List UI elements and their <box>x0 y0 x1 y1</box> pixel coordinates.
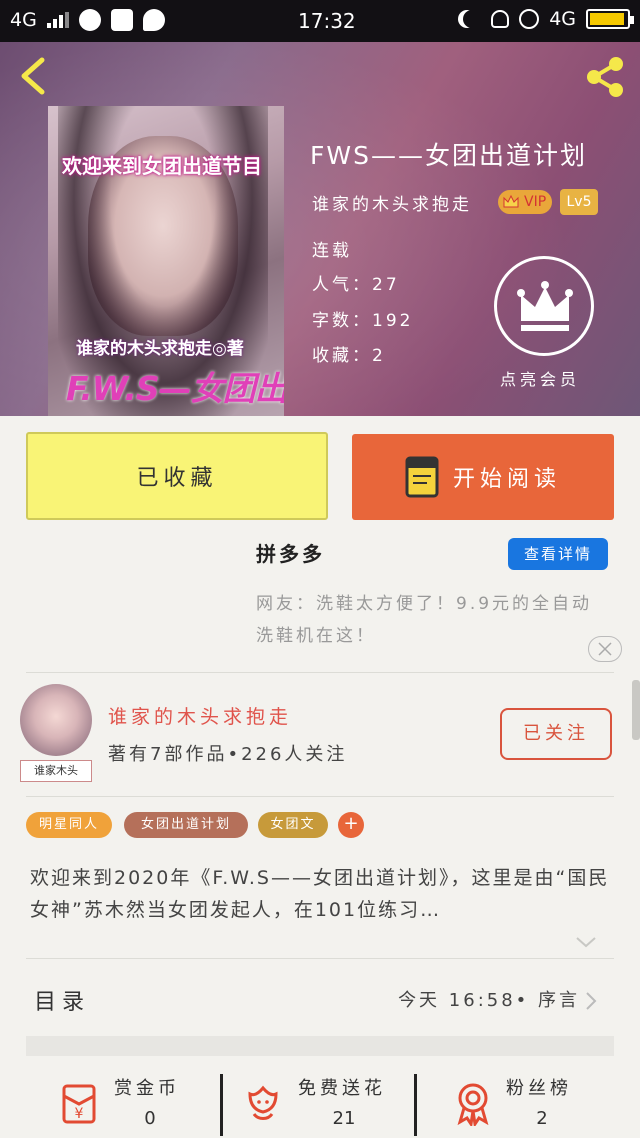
vip-member-label: 点亮会员 <box>500 370 581 389</box>
reward-coin-count: 0 <box>144 1108 156 1129</box>
alarm-icon <box>519 9 540 29</box>
reward-coin-button[interactable]: ¥ 赏金币 0 <box>50 1066 220 1138</box>
reward-coin-icon: ¥ <box>62 1084 96 1124</box>
chevron-right-icon <box>586 992 597 1010</box>
divider <box>26 796 614 797</box>
back-button[interactable] <box>14 56 54 96</box>
favorites-row: 收藏：2 <box>312 341 386 366</box>
scrollbar[interactable] <box>632 680 640 740</box>
status-right: 4G <box>457 8 634 30</box>
free-flower-count: 21 <box>332 1108 356 1129</box>
battery-fill <box>590 13 624 25</box>
fan-ranking-label: 粉丝榜 <box>506 1078 572 1099</box>
toc-row[interactable]: 目录 今天 16:58• 序言 <box>0 966 640 1032</box>
battery-icon <box>586 9 634 29</box>
bottom-separator <box>220 1074 223 1136</box>
book-icon <box>405 456 439 498</box>
vip-label: VIP <box>524 194 547 210</box>
share-icon <box>587 57 623 97</box>
favorites-label: 收藏： <box>312 346 372 366</box>
free-flower-label: 免费送花 <box>298 1078 386 1099</box>
back-chevron-icon <box>21 57 45 95</box>
fan-ranking-icon <box>457 1083 489 1126</box>
section-spacer <box>26 1036 614 1056</box>
follow-button[interactable]: 已关注 <box>500 708 612 760</box>
signal-icon <box>46 12 69 28</box>
tag-item[interactable]: 女团文 <box>258 812 328 838</box>
cover-text-author: 谁家的木头求抱走◎著 <box>76 339 244 359</box>
flower-icon <box>248 1085 278 1120</box>
ad-detail-button[interactable]: 查看详情 <box>508 538 608 570</box>
crown-large-icon <box>517 281 573 331</box>
popularity-row: 人气：27 <box>312 270 400 295</box>
book-status: 连载 <box>312 241 352 261</box>
share-button[interactable] <box>582 54 628 100</box>
vip-member-button[interactable] <box>494 256 594 356</box>
crown-icon <box>503 194 519 208</box>
fan-ranking-count: 2 <box>536 1108 548 1129</box>
level-badge: Lv5 <box>560 189 598 215</box>
tag-item[interactable]: 明星同人 <box>26 812 112 838</box>
chevron-down-icon[interactable] <box>574 934 598 950</box>
avatar-tag: 谁家木头 <box>20 760 92 782</box>
bottom-separator <box>414 1074 417 1136</box>
message-icon <box>110 9 133 31</box>
ad-text[interactable]: 网友：洗鞋太方便了！9.9元的全自动洗鞋机在这！ <box>256 588 606 652</box>
collected-label: 已收藏 <box>136 466 218 491</box>
favorites-value: 2 <box>372 346 386 366</box>
book-cover[interactable]: 欢迎来到女团出道节目 谁家的木头求抱走◎著 F.W.S—女团出道计划 <box>48 106 284 416</box>
free-flower-button[interactable]: 免费送花 21 <box>238 1066 414 1138</box>
add-tag-button[interactable]: + <box>338 812 364 838</box>
author-avatar[interactable] <box>20 684 92 756</box>
author-stats: 著有7部作品•226人关注 <box>108 744 348 765</box>
word-count-row: 字数：192 <box>312 306 413 331</box>
divider <box>26 672 614 673</box>
fan-ranking-button[interactable]: 粉丝榜 2 <box>440 1066 610 1138</box>
book-author[interactable]: 谁家的木头求抱走 <box>312 190 472 215</box>
author-name[interactable]: 谁家的木头求抱走 <box>108 702 292 729</box>
moon-icon <box>463 10 481 28</box>
cover-text-title: F.W.S—女团出道计划 <box>66 369 284 408</box>
clock: 17:32 <box>298 9 356 33</box>
word-count-value: 192 <box>372 311 414 331</box>
divider <box>26 958 614 959</box>
book-title: FWS——女团出道计划 <box>310 141 587 170</box>
word-count-label: 字数： <box>312 311 372 331</box>
cover-text-top: 欢迎来到女团出道节目 <box>62 154 262 178</box>
popularity-value: 27 <box>372 275 400 295</box>
bottom-action-bar: ¥ 赏金币 0 免费送花 21 粉丝榜 2 <box>0 1066 640 1138</box>
toc-latest-chapter: 今天 16:58• 序言 <box>398 990 580 1011</box>
network-label: 4G <box>10 9 37 31</box>
start-reading-button[interactable]: 开始阅读 <box>352 434 614 520</box>
status-left: 4G <box>10 9 165 31</box>
ad-title: 拼多多 <box>256 542 325 566</box>
reward-coin-label: 赏金币 <box>114 1078 180 1099</box>
svg-text:¥: ¥ <box>75 1106 84 1122</box>
ad-close-button[interactable] <box>588 636 622 662</box>
start-reading-label: 开始阅读 <box>452 467 561 492</box>
media-play-icon <box>78 9 101 31</box>
chat-icon <box>142 9 165 31</box>
popularity-label: 人气： <box>312 275 372 295</box>
toc-label: 目录 <box>34 990 91 1015</box>
vip-badge: VIP <box>498 190 553 214</box>
mute-icon <box>491 10 510 28</box>
close-icon <box>598 642 612 656</box>
status-bar: 4G 17:32 4G <box>0 0 640 42</box>
collected-button[interactable]: 已收藏 <box>26 432 328 520</box>
book-detail-screen: 4G 17:32 4G 欢迎来到女团出道节目 谁家的木头求抱走◎著 F.W.S—… <box>0 0 640 1138</box>
network-right-label: 4G <box>549 8 576 30</box>
book-intro[interactable]: 欢迎来到2020年《F.W.S——女团出道计划》，这里是由“国民女神”苏木然当女… <box>30 862 610 926</box>
tag-item[interactable]: 女团出道计划 <box>124 812 248 838</box>
